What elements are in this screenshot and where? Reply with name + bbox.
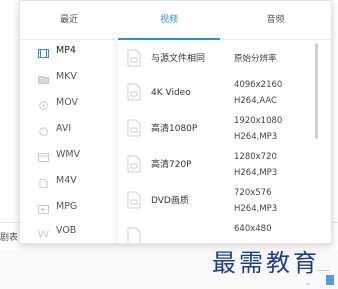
preset-name: DVD画质 bbox=[151, 196, 189, 206]
avi-icon bbox=[38, 124, 49, 136]
format-label: MOV bbox=[56, 97, 79, 108]
video-file-icon bbox=[127, 191, 141, 209]
preset-row[interactable]: 640x480 bbox=[117, 217, 315, 243]
preset-list: 与源文件相同 原始分辨率 4K Video 4096x2160 H264,AAC … bbox=[117, 39, 331, 243]
tab-bar: 最近 视频 音频 bbox=[20, 1, 331, 40]
preset-row[interactable]: 4K Video 4096x2160 H264,AAC bbox=[117, 73, 315, 113]
preset-codec: H264,MP3 bbox=[234, 204, 278, 214]
preset-name: 高清720P bbox=[151, 160, 192, 170]
format-item-m4v[interactable]: M4V bbox=[38, 171, 77, 191]
folder-icon bbox=[38, 72, 49, 84]
preset-codec: H264,AAC bbox=[234, 96, 277, 106]
scrollbar[interactable] bbox=[315, 43, 318, 139]
preset-resolution-size: 720x576 bbox=[234, 188, 272, 198]
format-list: MP4 MKV MOV AVI WMV M4V MPG VOB bbox=[20, 39, 117, 243]
format-label: WMV bbox=[56, 149, 81, 160]
format-item-mov[interactable]: MOV bbox=[38, 93, 78, 113]
mpg-icon bbox=[38, 202, 49, 214]
background-field-label: 剧表 bbox=[0, 233, 19, 243]
vob-icon bbox=[38, 226, 49, 239]
video-file-icon bbox=[127, 155, 141, 173]
preset-resolution: 1920x1080 H264,MP3 bbox=[234, 113, 282, 145]
preset-resolution-size: 1280x720 bbox=[234, 152, 277, 162]
preset-resolution: 640x480 bbox=[234, 224, 272, 234]
format-picker-popup: 最近 视频 音频 MP4 MKV MOV AVI WMV M4V MPG VOB bbox=[19, 0, 332, 244]
preset-row[interactable]: DVD画质 720x576 H264,MP3 bbox=[117, 181, 315, 221]
format-item-avi[interactable]: AVI bbox=[38, 119, 71, 139]
tab-recent[interactable]: 最近 bbox=[20, 1, 118, 39]
preset-codec: H264,MP3 bbox=[234, 132, 278, 142]
tab-video[interactable]: 视频 bbox=[118, 1, 220, 40]
format-item-vob[interactable]: VOB bbox=[38, 221, 76, 241]
format-label: M4V bbox=[56, 175, 77, 186]
watermark-text: 最需教育 bbox=[212, 249, 320, 277]
format-item-mp4[interactable]: MP4 bbox=[38, 41, 76, 61]
chevron-down-icon[interactable]: ⌄ bbox=[304, 278, 312, 288]
preset-resolution: 720x576 H264,MP3 bbox=[234, 185, 277, 217]
format-label: AVI bbox=[56, 123, 72, 134]
format-item-mpg[interactable]: MPG bbox=[38, 197, 77, 217]
video-file-icon bbox=[127, 83, 141, 101]
preset-row[interactable]: 高清720P 1280x720 H264,MP3 bbox=[117, 145, 315, 185]
preset-resolution: 4096x2160 H264,AAC bbox=[234, 77, 282, 109]
tab-audio[interactable]: 音频 bbox=[220, 1, 331, 39]
preset-row[interactable]: 高清1080P 1920x1080 H264,MP3 bbox=[117, 109, 315, 149]
video-file-icon bbox=[127, 119, 141, 137]
format-label: MPG bbox=[56, 201, 78, 212]
format-item-wmv[interactable]: WMV bbox=[38, 145, 80, 165]
preset-name: 4K Video bbox=[151, 88, 191, 98]
film-icon bbox=[38, 46, 49, 58]
mov-icon bbox=[38, 98, 49, 110]
format-label: MKV bbox=[56, 71, 77, 82]
format-item-mkv[interactable]: MKV bbox=[38, 67, 77, 87]
format-label: MP4 bbox=[56, 45, 76, 56]
video-file-icon bbox=[127, 227, 141, 243]
preset-resolution: 1280x720 H264,MP3 bbox=[234, 149, 277, 181]
preset-codec: H264,MP3 bbox=[234, 168, 278, 178]
preset-resolution-size: 1920x1080 bbox=[234, 116, 283, 126]
wmv-icon bbox=[38, 150, 49, 162]
format-label: VOB bbox=[56, 225, 77, 236]
preset-name: 高清1080P bbox=[151, 124, 198, 134]
m4v-icon bbox=[38, 176, 49, 188]
watermark-logo bbox=[326, 275, 334, 285]
preset-resolution: 原始分辨率 bbox=[234, 54, 277, 64]
video-file-icon bbox=[127, 49, 141, 67]
preset-resolution-size: 4096x2160 bbox=[234, 80, 283, 90]
